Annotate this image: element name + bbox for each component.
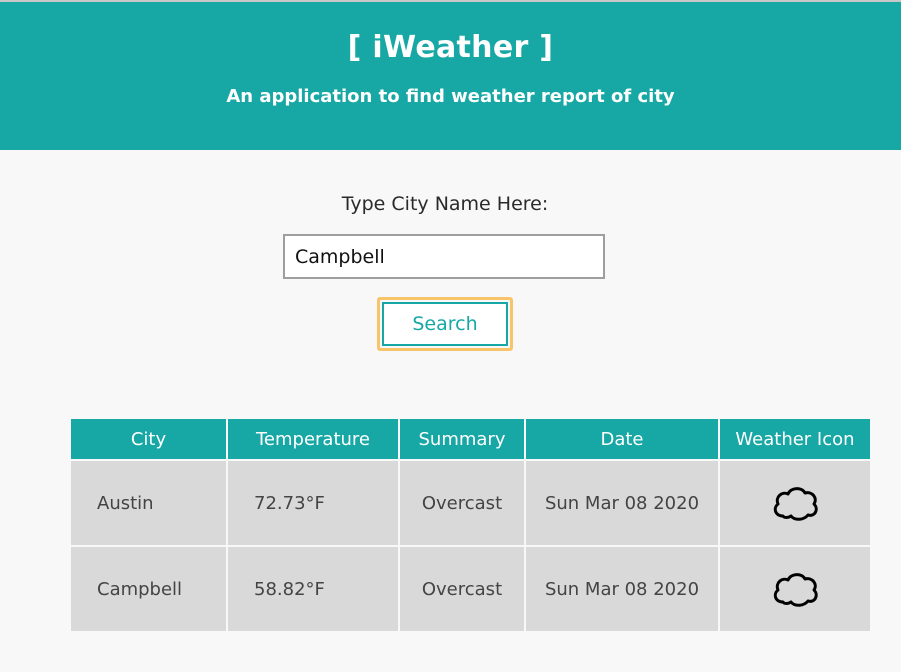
- app-subtitle: An application to find weather report of…: [226, 86, 675, 107]
- cloud-icon: [773, 487, 818, 521]
- cell-weather-icon: [720, 461, 870, 545]
- cell-city: Campbell: [71, 547, 226, 631]
- table-row: Austin 72.73°F Overcast Sun Mar 08 2020: [71, 461, 870, 545]
- cell-date: Sun Mar 08 2020: [526, 461, 718, 545]
- app-header: [ iWeather ] An application to find weat…: [0, 2, 901, 150]
- city-prompt-label: Type City Name Here:: [341, 193, 549, 215]
- cell-temperature: 72.73°F: [228, 461, 398, 545]
- column-header-date: Date: [526, 419, 718, 459]
- cell-summary: Overcast: [400, 461, 524, 545]
- column-header-weather-icon: Weather Icon: [720, 419, 870, 459]
- cell-city: Austin: [71, 461, 226, 545]
- cell-summary: Overcast: [400, 547, 524, 631]
- table-row: Campbell 58.82°F Overcast Sun Mar 08 202…: [71, 547, 870, 631]
- search-button-label: Search: [382, 302, 508, 346]
- city-search-input[interactable]: [283, 234, 605, 279]
- search-button[interactable]: Search: [377, 297, 513, 351]
- cell-date: Sun Mar 08 2020: [526, 547, 718, 631]
- weather-results-table: City Temperature Summary Date Weather Ic…: [69, 417, 872, 633]
- column-header-summary: Summary: [400, 419, 524, 459]
- table-header-row: City Temperature Summary Date Weather Ic…: [71, 419, 870, 459]
- column-header-city: City: [71, 419, 226, 459]
- cell-weather-icon: [720, 547, 870, 631]
- column-header-temperature: Temperature: [228, 419, 398, 459]
- app-title: [ iWeather ]: [347, 30, 554, 65]
- cell-temperature: 58.82°F: [228, 547, 398, 631]
- cloud-icon: [773, 573, 818, 607]
